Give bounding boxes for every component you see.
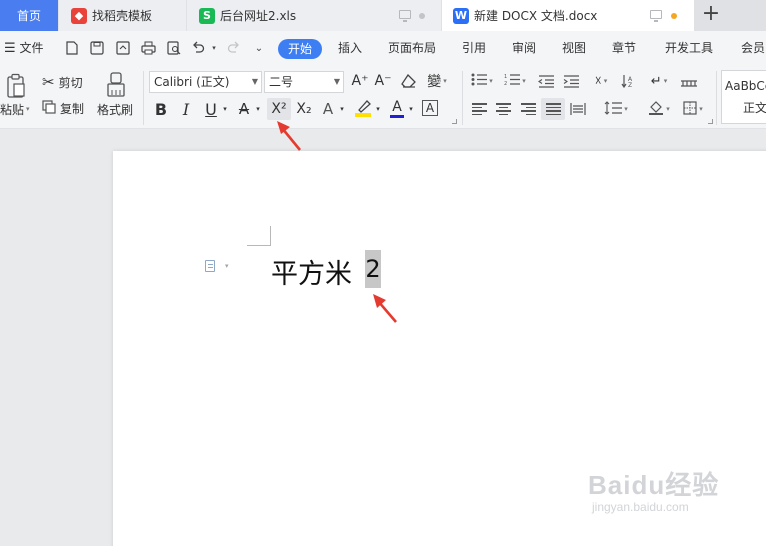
baidu-watermark: Baidu经验 jingyan.baidu.com <box>588 465 719 514</box>
arrow-to-superscript-icon <box>277 121 302 151</box>
watermark-url: jingyan.baidu.com <box>592 500 689 514</box>
arrow-to-selection-icon <box>373 294 397 323</box>
wps-window: 首页 ◆ 找稻壳模板 S 后台网址2.xls W 新建 DOCX 文档.docx… <box>0 0 766 546</box>
watermark-brand: Baidu经验 <box>588 470 720 500</box>
